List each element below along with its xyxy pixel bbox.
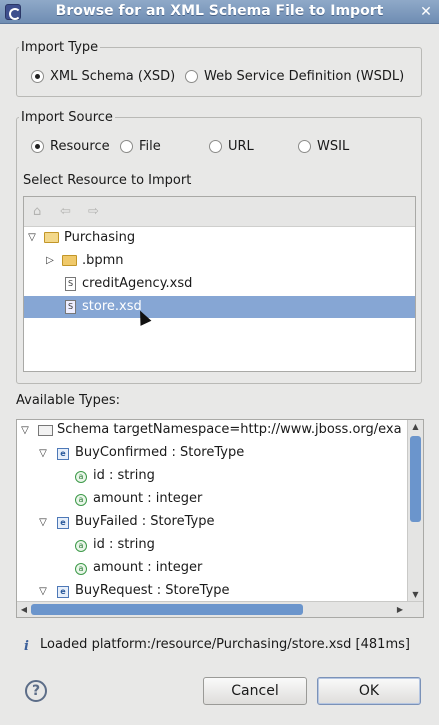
radio-file-dot: [120, 139, 133, 153]
types-item-label: id : string: [93, 537, 155, 552]
horizontal-scroll-thumb[interactable]: [31, 604, 303, 615]
expanded-triangle-icon[interactable]: ▽: [37, 448, 49, 460]
xsd-file-icon: S: [65, 277, 76, 291]
import-type-legend: Import Type: [21, 40, 99, 55]
close-icon[interactable]: ✕: [417, 3, 435, 21]
attribute-icon: a: [75, 540, 87, 552]
types-row-element[interactable]: ▽ e BuyRequest : StoreType: [17, 581, 423, 603]
attribute-icon: a: [75, 471, 87, 483]
types-row-attribute[interactable]: a amount : integer: [17, 558, 423, 580]
radio-wsdl[interactable]: Web Service Definition (WSDL): [185, 67, 404, 85]
radio-file-label: File: [139, 138, 161, 154]
expanded-triangle-icon[interactable]: ▽: [37, 517, 49, 529]
types-row-element[interactable]: ▽ e BuyConfirmed : StoreType: [17, 443, 423, 465]
resource-tree[interactable]: ⌂ ⇦ ⇨ ▽ Purchasing ▷ .bpmn S creditAgenc…: [23, 196, 416, 372]
home-icon[interactable]: ⌂: [33, 204, 41, 219]
radio-url-dot: [209, 139, 222, 153]
radio-url-label: URL: [228, 138, 254, 154]
vertical-scrollbar[interactable]: ▲ ▼: [407, 420, 423, 602]
types-item-label: Schema targetNamespace=http://www.jboss.…: [57, 422, 402, 437]
import-source-legend: Import Source: [21, 110, 113, 125]
tree-row-creditagency[interactable]: S creditAgency.xsd: [24, 273, 415, 295]
available-types-tree[interactable]: ▽ Schema targetNamespace=http://www.jbos…: [16, 419, 424, 618]
tree-row-bpmn[interactable]: ▷ .bpmn: [24, 250, 415, 272]
horizontal-scrollbar[interactable]: ◀ ▶: [17, 601, 423, 617]
back-icon[interactable]: ⇦: [60, 204, 71, 219]
radio-resource-label: Resource: [50, 138, 110, 154]
types-row-attribute[interactable]: a amount : integer: [17, 489, 423, 511]
types-row-attribute[interactable]: a id : string: [17, 535, 423, 557]
scroll-left-arrow-icon[interactable]: ◀: [17, 602, 31, 617]
expanded-triangle-icon[interactable]: ▽: [26, 232, 38, 244]
ok-button[interactable]: OK: [317, 677, 421, 705]
tree-item-label: .bpmn: [82, 253, 124, 268]
element-icon: e: [57, 586, 69, 598]
expanded-triangle-icon[interactable]: ▽: [19, 425, 31, 437]
radio-file[interactable]: File: [120, 137, 161, 155]
types-item-label: amount : integer: [93, 491, 203, 506]
types-item-label: BuyConfirmed : StoreType: [75, 445, 245, 460]
tree-item-label: creditAgency.xsd: [82, 276, 193, 291]
attribute-icon: a: [75, 563, 87, 575]
radio-wsdl-label: Web Service Definition (WSDL): [204, 68, 405, 84]
radio-wsil-dot: [298, 139, 311, 153]
radio-wsdl-dot: [185, 69, 198, 83]
types-row-attribute[interactable]: a id : string: [17, 466, 423, 488]
radio-xsd-dot: [31, 69, 44, 83]
radio-resource-dot: [31, 139, 44, 153]
attribute-icon: a: [75, 494, 87, 506]
info-icon: i: [24, 639, 29, 654]
open-folder-icon: [44, 232, 59, 243]
radio-wsil-label: WSIL: [317, 138, 350, 154]
vertical-scroll-thumb[interactable]: [410, 436, 421, 522]
cancel-button[interactable]: Cancel: [203, 677, 307, 705]
schema-icon: [38, 425, 53, 436]
radio-xsd[interactable]: XML Schema (XSD): [31, 67, 175, 85]
tree-row-purchasing[interactable]: ▽ Purchasing: [24, 227, 415, 249]
types-item-label: BuyFailed : StoreType: [75, 514, 215, 529]
resource-tree-label: Select Resource to Import: [23, 173, 192, 188]
element-icon: e: [57, 448, 69, 460]
types-item-label: id : string: [93, 468, 155, 483]
element-icon: e: [57, 517, 69, 529]
status-message: Loaded platform:/resource/Purchasing/sto…: [40, 637, 410, 652]
types-row-schema[interactable]: ▽ Schema targetNamespace=http://www.jbos…: [17, 420, 423, 442]
collapsed-triangle-icon[interactable]: ▷: [44, 255, 56, 267]
scroll-up-arrow-icon[interactable]: ▲: [408, 420, 423, 434]
expanded-triangle-icon[interactable]: ▽: [37, 586, 49, 598]
available-types-label: Available Types:: [16, 393, 120, 408]
types-item-label: amount : integer: [93, 560, 203, 575]
tree-row-store[interactable]: S store.xsd: [24, 296, 415, 318]
title-bar[interactable]: Browse for an XML Schema File to Import …: [0, 0, 439, 24]
tree-item-label: store.xsd: [82, 299, 142, 314]
types-row-element[interactable]: ▽ e BuyFailed : StoreType: [17, 512, 423, 534]
scroll-right-arrow-icon[interactable]: ▶: [393, 602, 407, 617]
radio-resource[interactable]: Resource: [31, 137, 110, 155]
radio-wsil[interactable]: WSIL: [298, 137, 349, 155]
forward-icon[interactable]: ⇨: [88, 204, 99, 219]
radio-url[interactable]: URL: [209, 137, 254, 155]
help-icon[interactable]: ?: [25, 680, 47, 702]
radio-xsd-label: XML Schema (XSD): [50, 68, 176, 84]
types-item-label: BuyRequest : StoreType: [75, 583, 230, 598]
tree-item-label: Purchasing: [64, 230, 136, 245]
resource-tree-toolbar: ⌂ ⇦ ⇨: [24, 197, 415, 227]
scroll-down-arrow-icon[interactable]: ▼: [408, 588, 423, 602]
xsd-file-icon: S: [65, 300, 76, 314]
folder-icon: [62, 255, 77, 266]
window-title: Browse for an XML Schema File to Import: [55, 3, 384, 19]
